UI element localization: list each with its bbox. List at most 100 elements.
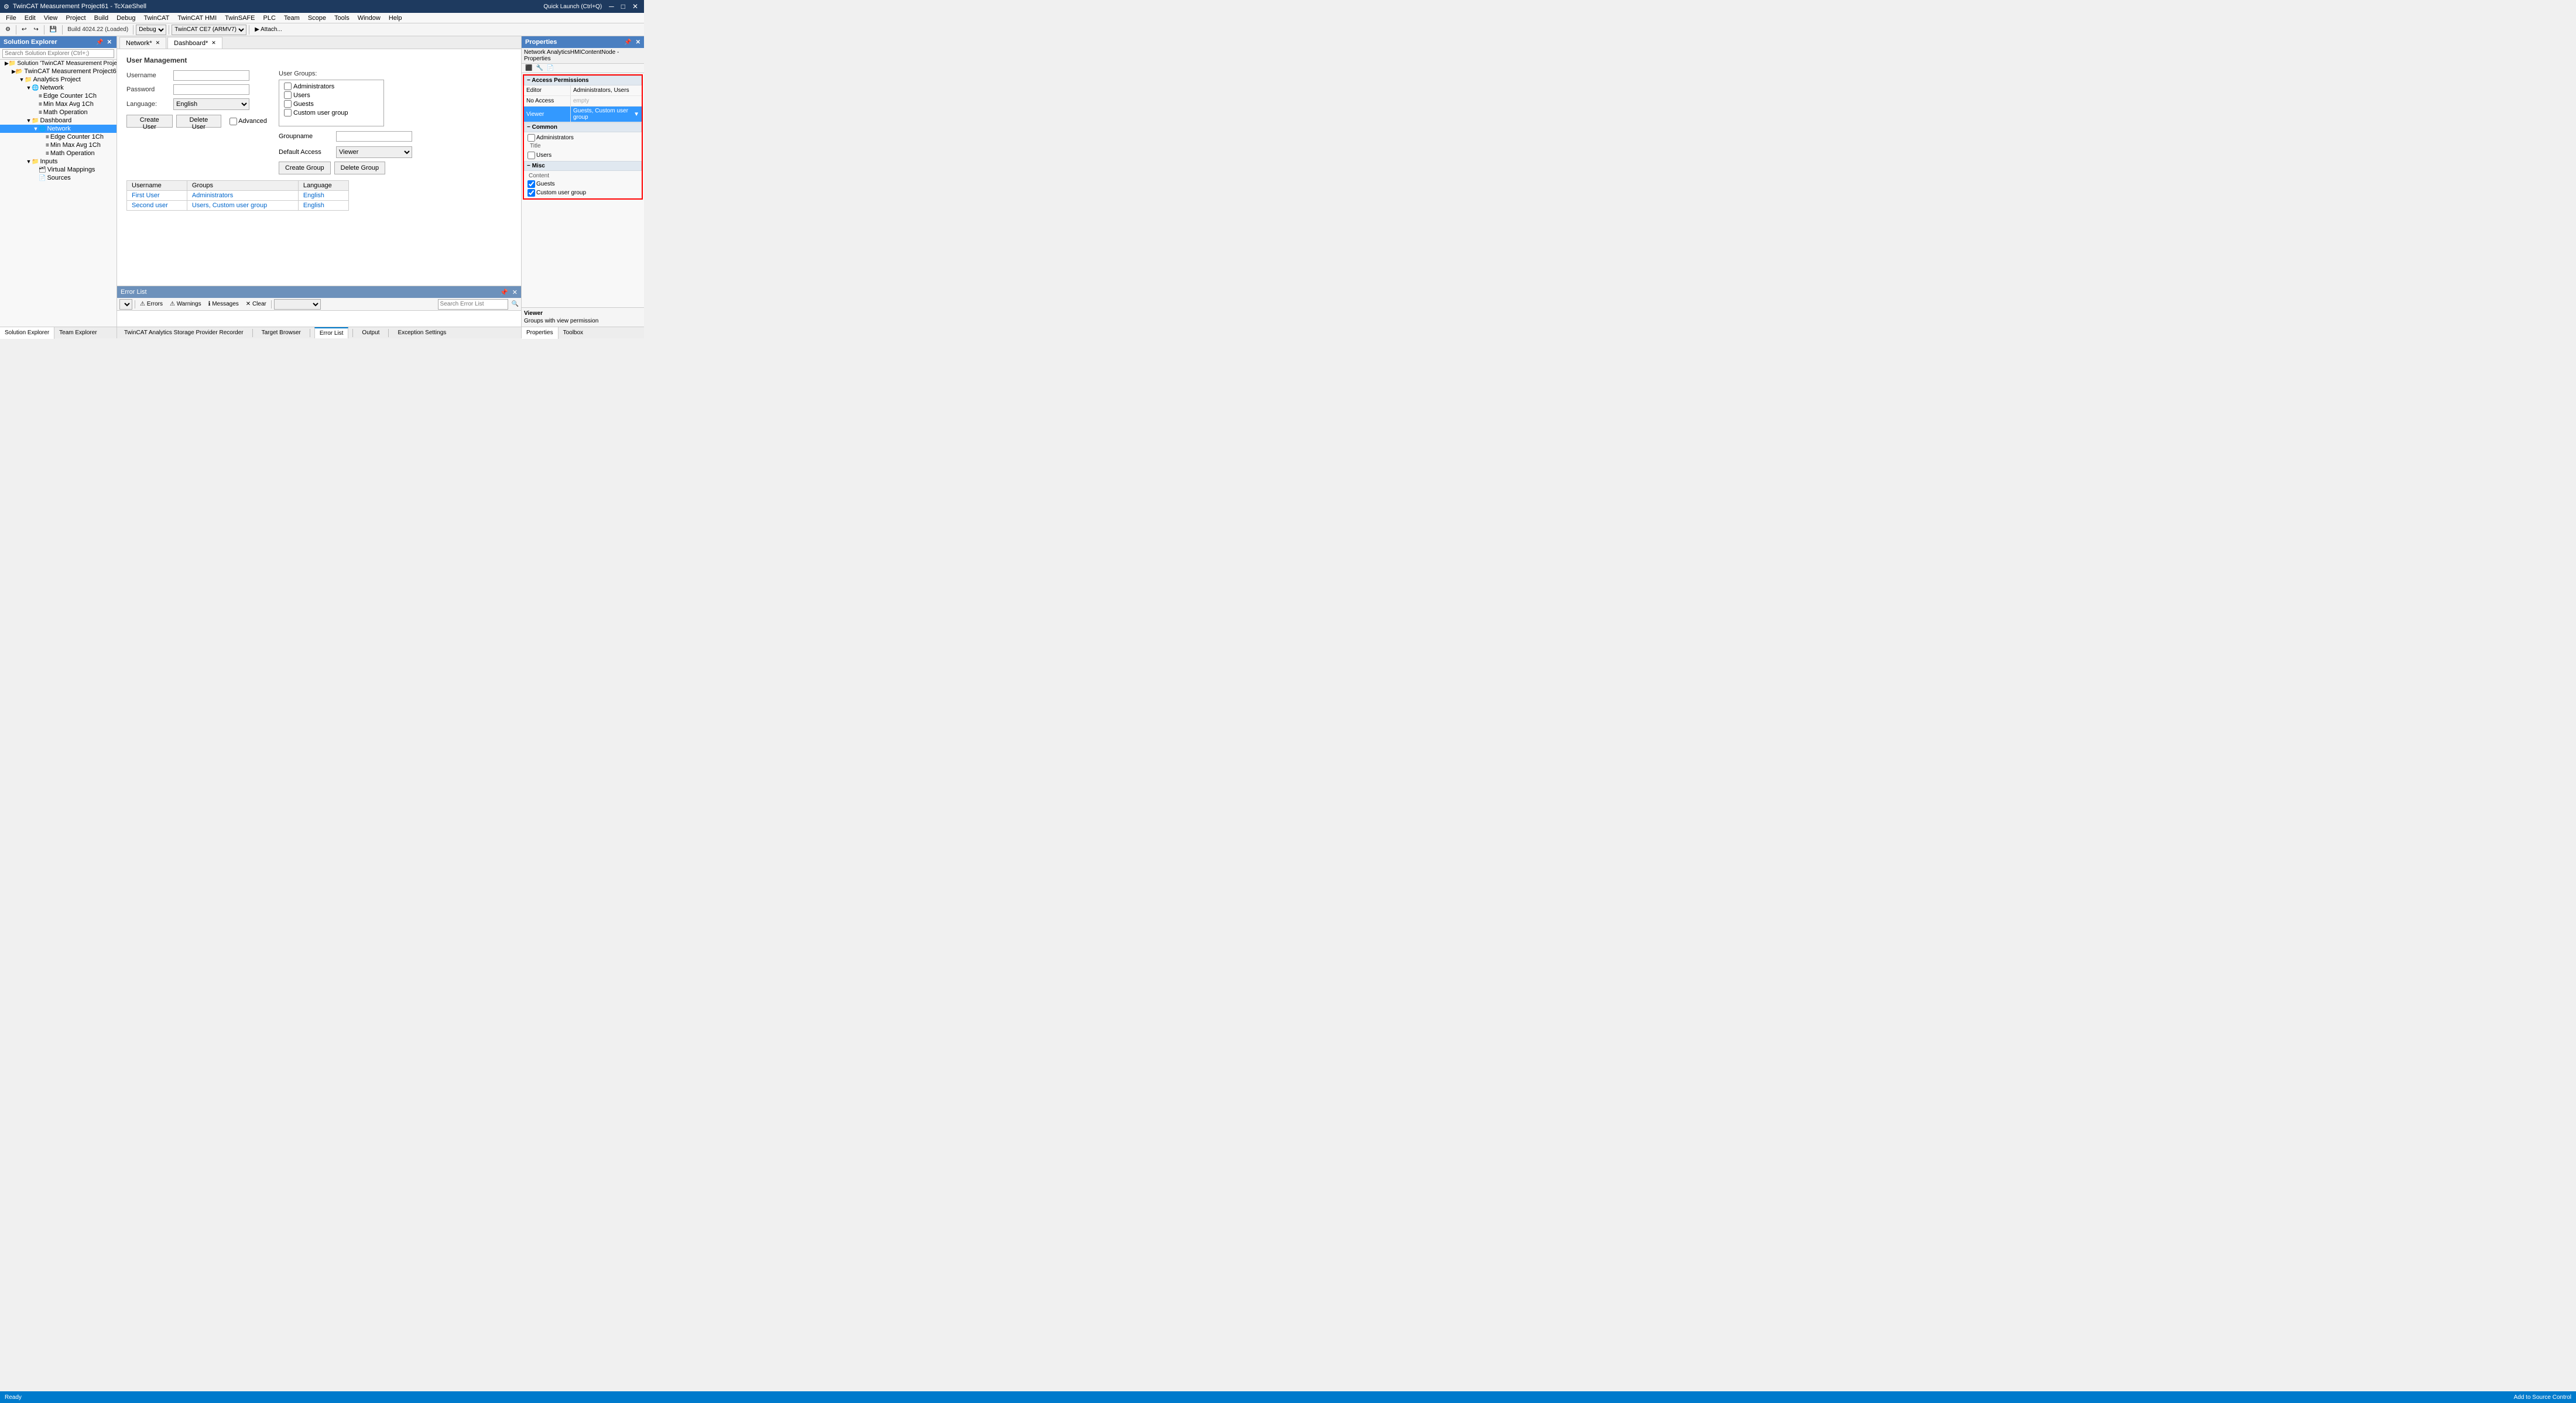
error-filter-select[interactable] (119, 299, 132, 310)
tree-item-solution[interactable]: ▶ 📁 Solution 'TwinCAT Measurement Projec… (0, 60, 117, 67)
error-close-btn[interactable]: ✕ (512, 289, 518, 296)
menu-project[interactable]: Project (62, 13, 89, 23)
delete-user-button[interactable]: Delete User (176, 115, 221, 128)
menu-help[interactable]: Help (385, 13, 406, 23)
group-link-2[interactable]: Users, Custom user group (192, 202, 267, 209)
advanced-checkbox[interactable] (229, 118, 237, 125)
username-input[interactable] (173, 70, 249, 81)
language-select[interactable]: English (173, 98, 249, 110)
tab-network[interactable]: Network* ✕ (119, 37, 166, 49)
user-link-1[interactable]: First User (132, 192, 160, 199)
toolbar-redo[interactable]: ↪ (30, 25, 41, 34)
delete-group-button[interactable]: Delete Group (334, 162, 385, 174)
tab-toolbox[interactable]: Toolbox (559, 327, 588, 339)
user-link-2[interactable]: Second user (132, 202, 168, 209)
tree-item-math1[interactable]: ≡ Math Operation (0, 108, 117, 116)
menu-file[interactable]: File (2, 13, 20, 23)
viewer-dropdown-arrow[interactable]: ▼ (633, 111, 639, 118)
prop-pages[interactable]: 📄 (546, 65, 555, 71)
menu-debug[interactable]: Debug (113, 13, 139, 23)
messages-button[interactable]: ℹ Messages (206, 301, 241, 307)
tab-network-close[interactable]: ✕ (156, 40, 160, 46)
tree-item-minmax1[interactable]: ≡ Min Max Avg 1Ch (0, 100, 117, 108)
lang-link-1[interactable]: English (303, 192, 324, 199)
menu-scope[interactable]: Scope (304, 13, 330, 23)
platform-select[interactable]: TwinCAT CE7 (ARMV7) (172, 25, 246, 35)
access-section-header[interactable]: − Access Permissions (524, 76, 642, 85)
tab-error-list[interactable]: Error List (314, 327, 349, 339)
tree-item-inputs[interactable]: ▼ 📁 Inputs (0, 157, 117, 166)
default-access-select[interactable]: Viewer (336, 146, 412, 158)
create-group-button[interactable]: Create Group (279, 162, 331, 174)
group-admin-checkbox[interactable] (284, 83, 292, 90)
group-users-checkbox[interactable] (284, 91, 292, 99)
prop-sort-category[interactable]: 🔧 (535, 65, 544, 71)
menu-view[interactable]: View (40, 13, 61, 23)
close-panel-button[interactable]: ✕ (106, 39, 113, 46)
tree-item-edge1[interactable]: ≡ Edge Counter 1Ch (0, 92, 117, 100)
close-button[interactable]: ✕ (630, 2, 640, 11)
toolbar-save[interactable]: 💾 (47, 25, 60, 34)
prop-close-btn[interactable]: ✕ (636, 39, 640, 46)
tab-properties[interactable]: Properties (522, 327, 559, 339)
tab-target-browser[interactable]: Target Browser (257, 327, 306, 339)
error-search-input[interactable] (438, 299, 508, 310)
create-user-button[interactable]: Create User (126, 115, 173, 128)
menu-tools[interactable]: Tools (331, 13, 353, 23)
search-input[interactable] (2, 49, 114, 58)
users-permission-checkbox[interactable] (527, 152, 535, 159)
bottom-tab-bar: TwinCAT Analytics Storage Provider Recor… (117, 327, 521, 338)
menu-build[interactable]: Build (91, 13, 112, 23)
misc-section-header[interactable]: − Misc (524, 161, 642, 171)
tree-item-edge2[interactable]: ≡ Edge Counter 1Ch (0, 133, 117, 141)
menu-edit[interactable]: Edit (21, 13, 39, 23)
lang-link-2[interactable]: English (303, 202, 324, 209)
prop-pin-btn[interactable]: 📌 (624, 39, 631, 46)
tab-output[interactable]: Output (357, 327, 384, 339)
pin-button[interactable]: 📌 (95, 39, 104, 46)
tab-dashboard-close[interactable]: ✕ (211, 40, 216, 46)
group-custom-checkbox[interactable] (284, 109, 292, 116)
password-input[interactable] (173, 84, 249, 95)
menu-twincat-hmi[interactable]: TwinCAT HMI (174, 13, 220, 23)
custom-permission-checkbox[interactable] (527, 189, 535, 197)
menu-window[interactable]: Window (354, 13, 384, 23)
guests-permission-checkbox[interactable] (527, 180, 535, 188)
viewer-row[interactable]: Viewer Guests, Custom user group ▼ (524, 107, 642, 122)
menu-team[interactable]: Team (280, 13, 303, 23)
errors-button[interactable]: ⚠ Errors (138, 301, 165, 307)
tree-item-virtual[interactable]: 🗂 Virtual Mappings (0, 166, 117, 174)
tree-item-sources[interactable]: 📄 Sources (0, 174, 117, 182)
toolbar-undo[interactable]: ↩ (19, 25, 29, 34)
tree-item-math2[interactable]: ≡ Math Operation (0, 149, 117, 157)
error-filter2[interactable] (274, 299, 321, 310)
tab-team-explorer[interactable]: Team Explorer (54, 327, 101, 339)
attach-btn[interactable]: ▶ Attach... (252, 25, 285, 34)
tree-item-project[interactable]: ▶ 📂 TwinCAT Measurement Project61 (0, 67, 117, 76)
toolbar-icon-1[interactable]: ⚙ (2, 25, 13, 34)
menu-twinsafe[interactable]: TwinSAFE (221, 13, 258, 23)
debug-select[interactable]: Debug (136, 25, 166, 35)
tab-dashboard[interactable]: Dashboard* ✕ (167, 37, 222, 49)
tree-item-minmax2[interactable]: ≡ Min Max Avg 1Ch (0, 141, 117, 149)
clear-button[interactable]: ✕ Clear (244, 301, 269, 307)
tab-exception[interactable]: Exception Settings (393, 327, 451, 339)
group-guests-checkbox[interactable] (284, 100, 292, 108)
menu-plc[interactable]: PLC (260, 13, 279, 23)
minimize-button[interactable]: ─ (607, 2, 616, 11)
tab-analytics-recorder[interactable]: TwinCAT Analytics Storage Provider Recor… (119, 327, 248, 339)
prop-sort-alpha[interactable]: ⬛ (524, 65, 533, 71)
menu-twincat[interactable]: TwinCAT (141, 13, 173, 23)
common-section-header[interactable]: − Common (524, 122, 642, 132)
tree-item-dashboard[interactable]: ▼ 📁 Dashboard (0, 116, 117, 125)
maximize-button[interactable]: □ (619, 2, 628, 11)
tree-item-network-1[interactable]: ▼ 🌐 Network (0, 84, 117, 92)
groupname-input[interactable] (336, 131, 412, 142)
admin-permission-checkbox[interactable] (527, 134, 535, 142)
error-pin-btn[interactable]: 📌 (500, 289, 508, 296)
tree-item-network-2[interactable]: ▼ 🌐 Network (0, 125, 117, 133)
tree-item-analytics[interactable]: ▼ 📁 Analytics Project (0, 76, 117, 84)
tab-solution-explorer[interactable]: Solution Explorer (0, 327, 54, 339)
group-link-1[interactable]: Administrators (192, 192, 233, 199)
warnings-button[interactable]: ⚠ Warnings (167, 301, 204, 307)
